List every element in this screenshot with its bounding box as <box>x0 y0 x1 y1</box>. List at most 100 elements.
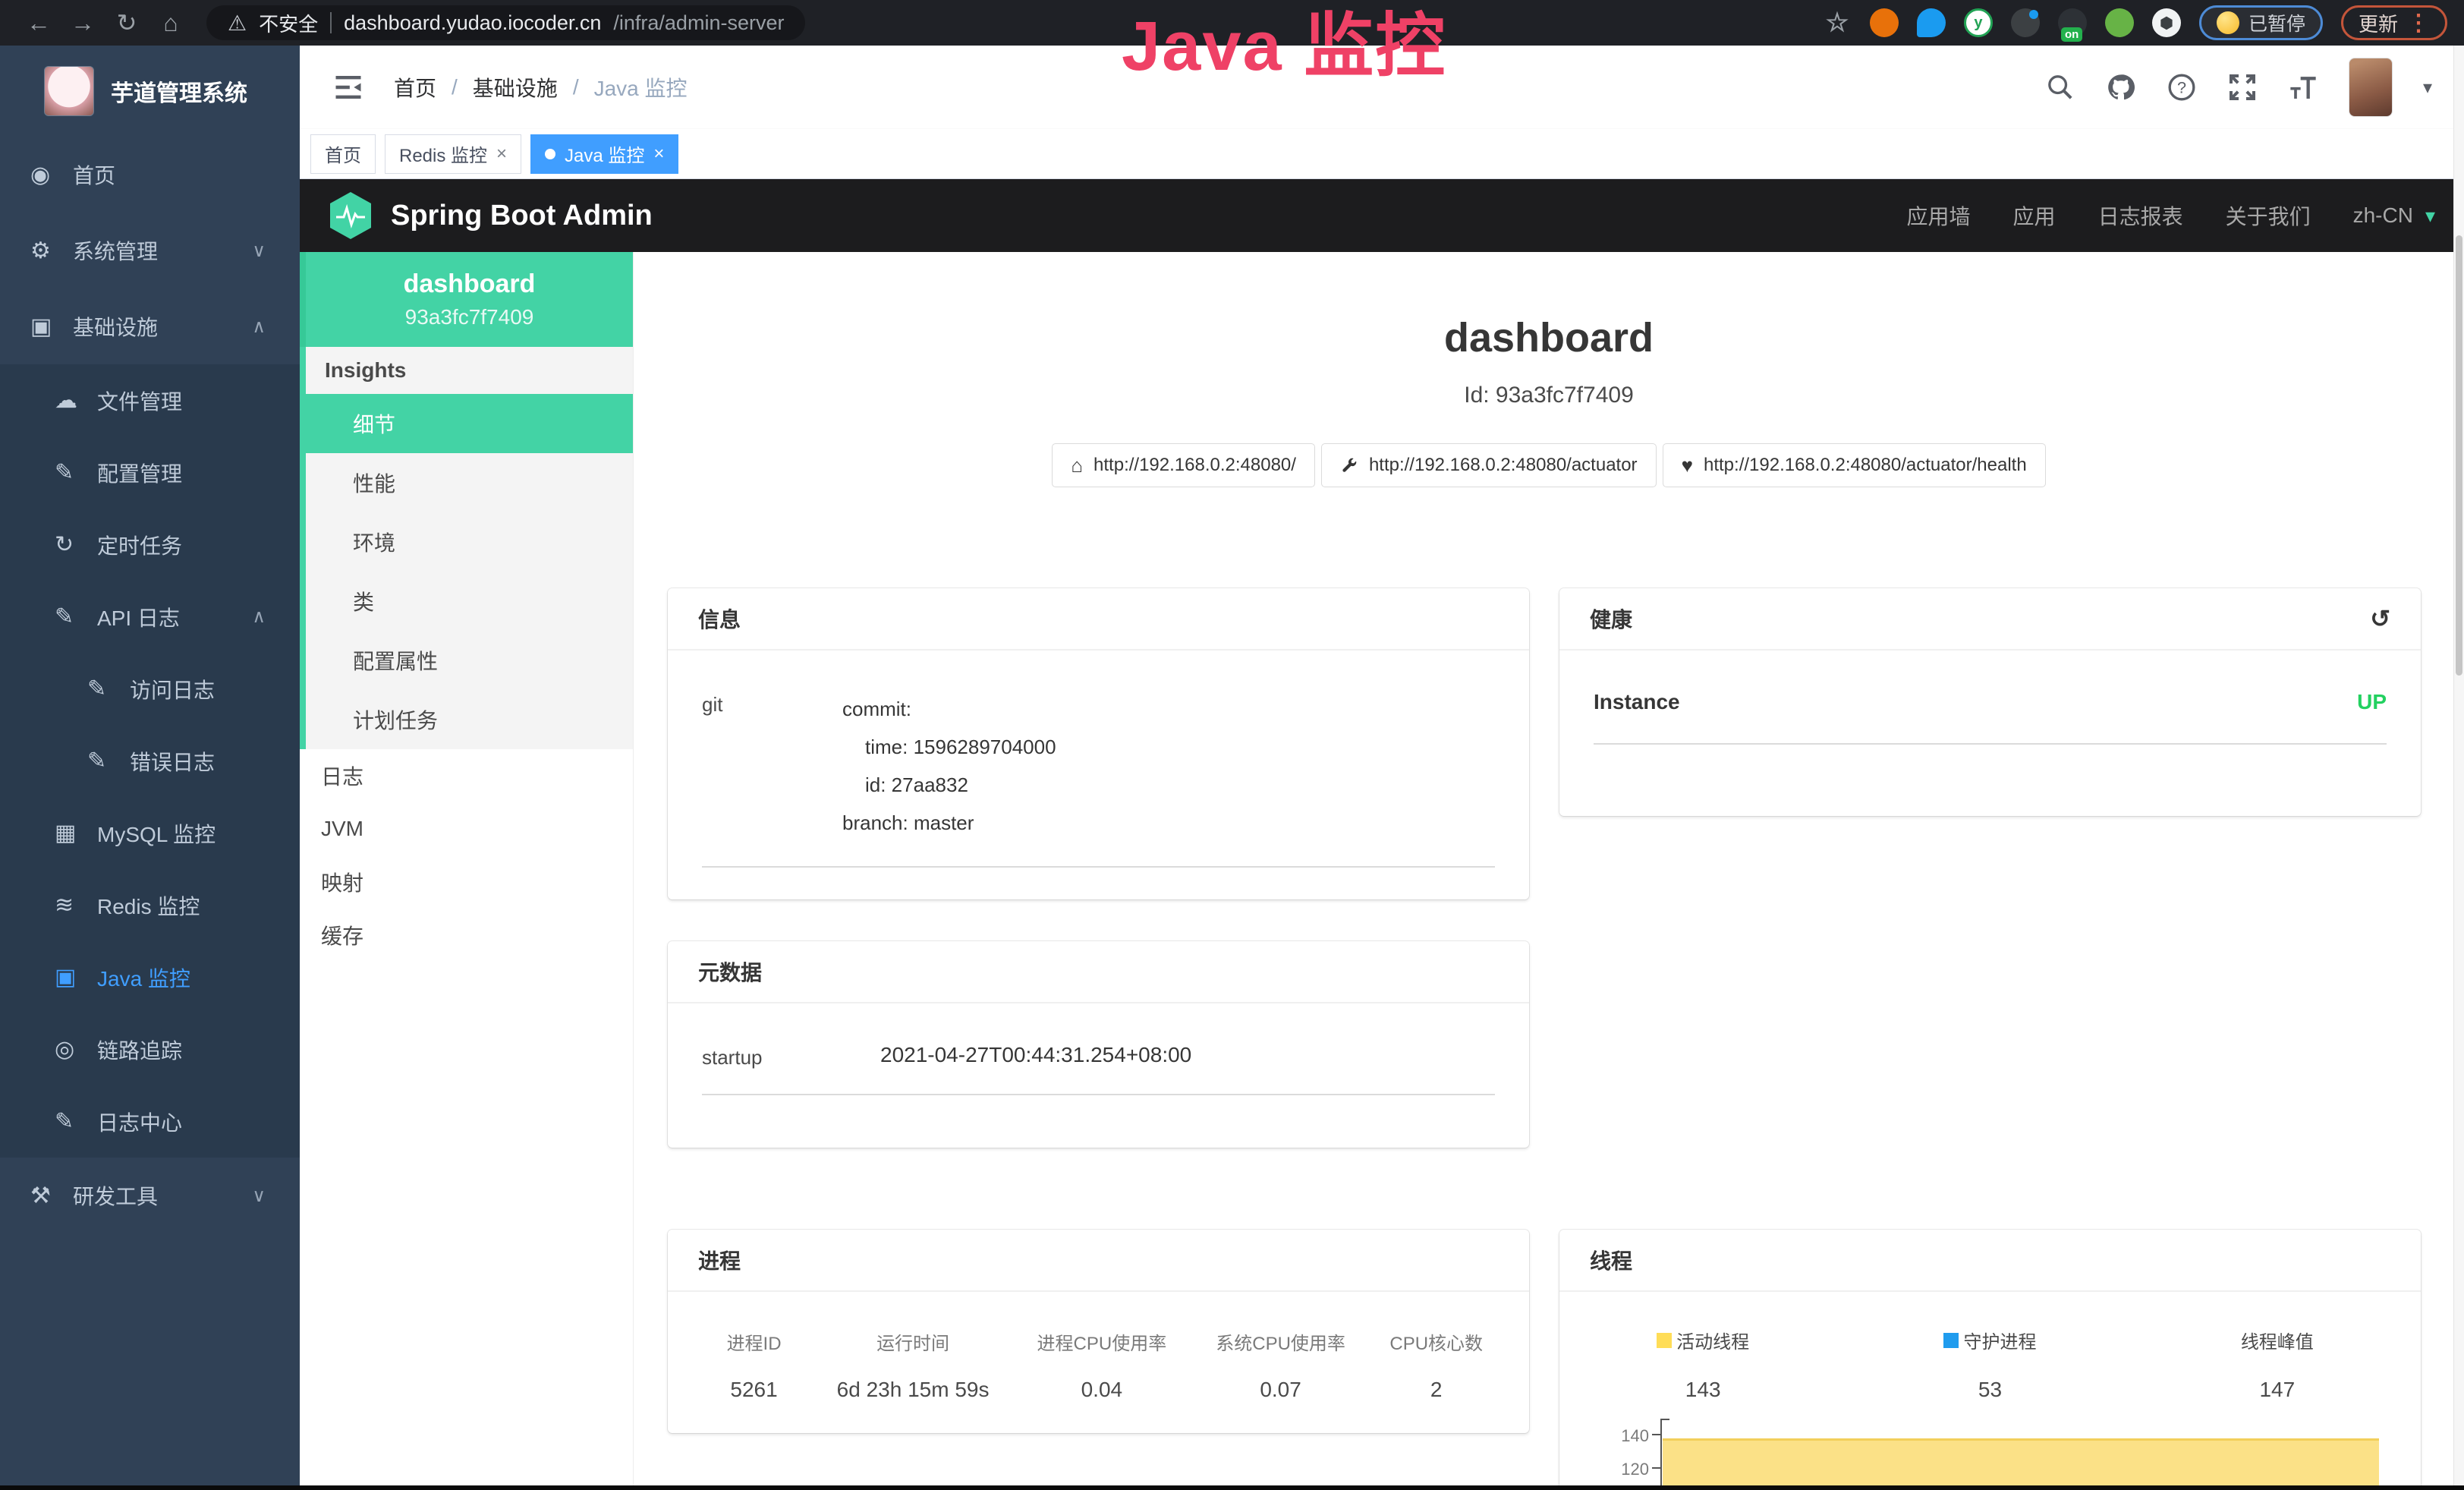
peak-threads-label: 线程峰值 <box>2241 1327 2314 1353</box>
sba-item-config-props[interactable]: 配置属性 <box>306 631 633 690</box>
health-history-icon[interactable]: ↺ <box>2370 604 2390 633</box>
browser-menu-icon[interactable]: ⋮ <box>2407 10 2430 36</box>
ytick-140: 140 <box>1596 1426 1649 1446</box>
sidebar-item-error-log[interactable]: ✎ 错误日志 <box>0 725 300 797</box>
service-url-button[interactable]: ⌂ http://192.168.0.2:48080/ <box>1052 443 1315 487</box>
sidebar-item-config-manage[interactable]: ✎ 配置管理 <box>0 436 300 509</box>
sba-item-scheduled-tasks[interactable]: 计划任务 <box>306 690 633 749</box>
health-url-button[interactable]: ♥ http://192.168.0.2:48080/actuator/heal… <box>1663 443 2046 487</box>
instance-subtitle: Id: 93a3fc7f7409 <box>634 383 2464 408</box>
insights-section-label: Insights <box>306 347 633 394</box>
sidebar-item-java-monitor[interactable]: ▣ Java 监控 <box>0 941 300 1013</box>
live-threads-label: 活动线程 <box>1676 1327 1749 1353</box>
sba-item-details[interactable]: 细节 <box>306 394 633 453</box>
breadcrumb-infra[interactable]: 基础设施 <box>473 72 558 102</box>
val-sys-cpu: 0.07 <box>1191 1378 1370 1402</box>
chevron-up-icon: ∧ <box>252 316 266 338</box>
layers-icon: ≋ <box>55 892 97 918</box>
sba-item-metrics[interactable]: 性能 <box>306 453 633 512</box>
sba-item-logs[interactable]: 日志 <box>300 749 633 802</box>
daemon-threads-legend-icon <box>1943 1333 1959 1348</box>
url-path: /infra/admin-server <box>613 11 784 35</box>
live-threads-area <box>1663 1438 2379 1485</box>
tab-home[interactable]: 首页 <box>310 134 376 174</box>
github-icon[interactable] <box>2106 72 2136 102</box>
wrench-icon <box>1340 456 1358 474</box>
sidebar-item-file-manage[interactable]: ☁ 文件管理 <box>0 364 300 436</box>
extension-pin-icon[interactable] <box>1917 8 1946 37</box>
active-tab-dot <box>545 149 555 159</box>
sidebar-item-dev-tools[interactable]: ⚒ 研发工具 ∨ <box>0 1158 300 1233</box>
breadcrumb-home[interactable]: 首页 <box>394 72 436 102</box>
sba-language-select[interactable]: zh-CN <box>2353 203 2413 228</box>
extension-y-icon[interactable]: y <box>1964 8 1993 37</box>
sba-nav-wallboard[interactable]: 应用墙 <box>1907 200 1971 231</box>
forward-icon[interactable]: → <box>61 0 105 46</box>
back-icon[interactable]: ← <box>17 0 61 46</box>
app-logo-row[interactable]: 芋道管理系统 <box>0 46 300 137</box>
log-icon: ✎ <box>87 748 130 774</box>
sba-brand-title[interactable]: Spring Boot Admin <box>391 200 653 232</box>
font-size-icon[interactable] <box>2288 72 2318 102</box>
sidebar-item-log-center[interactable]: ✎ 日志中心 <box>0 1085 300 1158</box>
extension-leaf-icon[interactable] <box>2105 8 2134 37</box>
close-icon[interactable]: × <box>496 143 507 165</box>
reload-icon[interactable]: ↻ <box>105 0 149 46</box>
sidebar-item-scheduled-jobs[interactable]: ↻ 定时任务 <box>0 509 300 581</box>
sba-main-content: dashboard Id: 93a3fc7f7409 ⌂ http://192.… <box>634 252 2464 1485</box>
status-badge: UP <box>2357 690 2387 714</box>
health-instance-row[interactable]: Instance UP <box>1594 690 2387 745</box>
sidebar-item-home[interactable]: ◉ 首页 <box>0 137 300 213</box>
col-uptime: 运行时间 <box>813 1328 1012 1355</box>
extension-orange-icon[interactable] <box>1870 8 1899 37</box>
collapse-sidebar-icon[interactable] <box>332 71 365 104</box>
sidebar-item-api-log[interactable]: ✎ API 日志 ∧ <box>0 581 300 653</box>
sidebar-item-tracing[interactable]: ◎ 链路追踪 <box>0 1013 300 1085</box>
sba-item-environment[interactable]: 环境 <box>306 512 633 572</box>
user-menu-caret-icon[interactable]: ▾ <box>2423 77 2432 99</box>
actuator-url-button[interactable]: http://192.168.0.2:48080/actuator <box>1321 443 1657 487</box>
sba-nav-about[interactable]: 关于我们 <box>2226 200 2311 231</box>
language-caret-icon[interactable]: ▾ <box>2425 204 2435 228</box>
sba-item-mappings[interactable]: 映射 <box>300 855 633 909</box>
tab-redis-monitor[interactable]: Redis 监控 × <box>385 134 521 174</box>
fullscreen-icon[interactable] <box>2227 72 2258 102</box>
sidebar-item-infra[interactable]: ▣ 基础设施 ∧ <box>0 288 300 364</box>
instance-header[interactable]: dashboard 93a3fc7f7409 <box>300 252 633 347</box>
extensions-puzzle-icon[interactable]: ⬢ <box>2152 8 2181 37</box>
update-label: 更新 <box>2359 9 2398 37</box>
sba-nav-journal[interactable]: 日志报表 <box>2098 200 2183 231</box>
edit-icon: ✎ <box>55 459 97 486</box>
address-bar[interactable]: ⚠ 不安全 dashboard.yudao.iocoder.cn /infra/… <box>206 5 805 40</box>
threads-card-title: 线程 <box>1590 1245 1632 1275</box>
update-button[interactable]: 更新 ⋮ <box>2341 5 2447 40</box>
bookmark-star-icon[interactable]: ☆ <box>1823 8 1852 37</box>
help-icon[interactable]: ? <box>2167 72 2197 102</box>
sidebar-item-access-log[interactable]: ✎ 访问日志 <box>0 653 300 725</box>
on-badge: on <box>2061 27 2082 42</box>
table-icon: ▦ <box>55 820 97 846</box>
scrollbar-thumb[interactable] <box>2456 235 2462 676</box>
avatar[interactable] <box>2349 58 2393 117</box>
not-secure-label[interactable]: 不安全 <box>259 9 318 37</box>
paused-badge[interactable]: 已暂停 <box>2199 5 2323 40</box>
app-logo <box>44 66 94 116</box>
val-proc-cpu: 0.04 <box>1012 1378 1191 1402</box>
extension-on-icon[interactable]: on <box>2058 8 2087 37</box>
spring-boot-admin-logo[interactable] <box>329 191 373 240</box>
sidebar-item-system[interactable]: ⚙ 系统管理 ∨ <box>0 213 300 288</box>
home-icon[interactable]: ⌂ <box>149 0 193 46</box>
page-scrollbar[interactable] <box>2453 46 2464 1485</box>
sba-item-classes[interactable]: 类 <box>306 572 633 631</box>
extension-grid-icon[interactable] <box>2011 8 2040 37</box>
tab-java-monitor[interactable]: Java 监控 × <box>530 134 678 174</box>
close-icon[interactable]: × <box>653 143 664 165</box>
sidebar-item-redis-monitor[interactable]: ≋ Redis 监控 <box>0 869 300 941</box>
sba-item-caches[interactable]: 缓存 <box>300 909 633 962</box>
sba-nav-applications[interactable]: 应用 <box>2013 200 2056 231</box>
peak-threads-value: 147 <box>2134 1378 2421 1402</box>
sba-item-jvm[interactable]: JVM <box>300 802 633 855</box>
monitor-icon: ▣ <box>30 313 73 340</box>
sidebar-item-mysql-monitor[interactable]: ▦ MySQL 监控 <box>0 797 300 869</box>
search-icon[interactable] <box>2045 72 2075 102</box>
